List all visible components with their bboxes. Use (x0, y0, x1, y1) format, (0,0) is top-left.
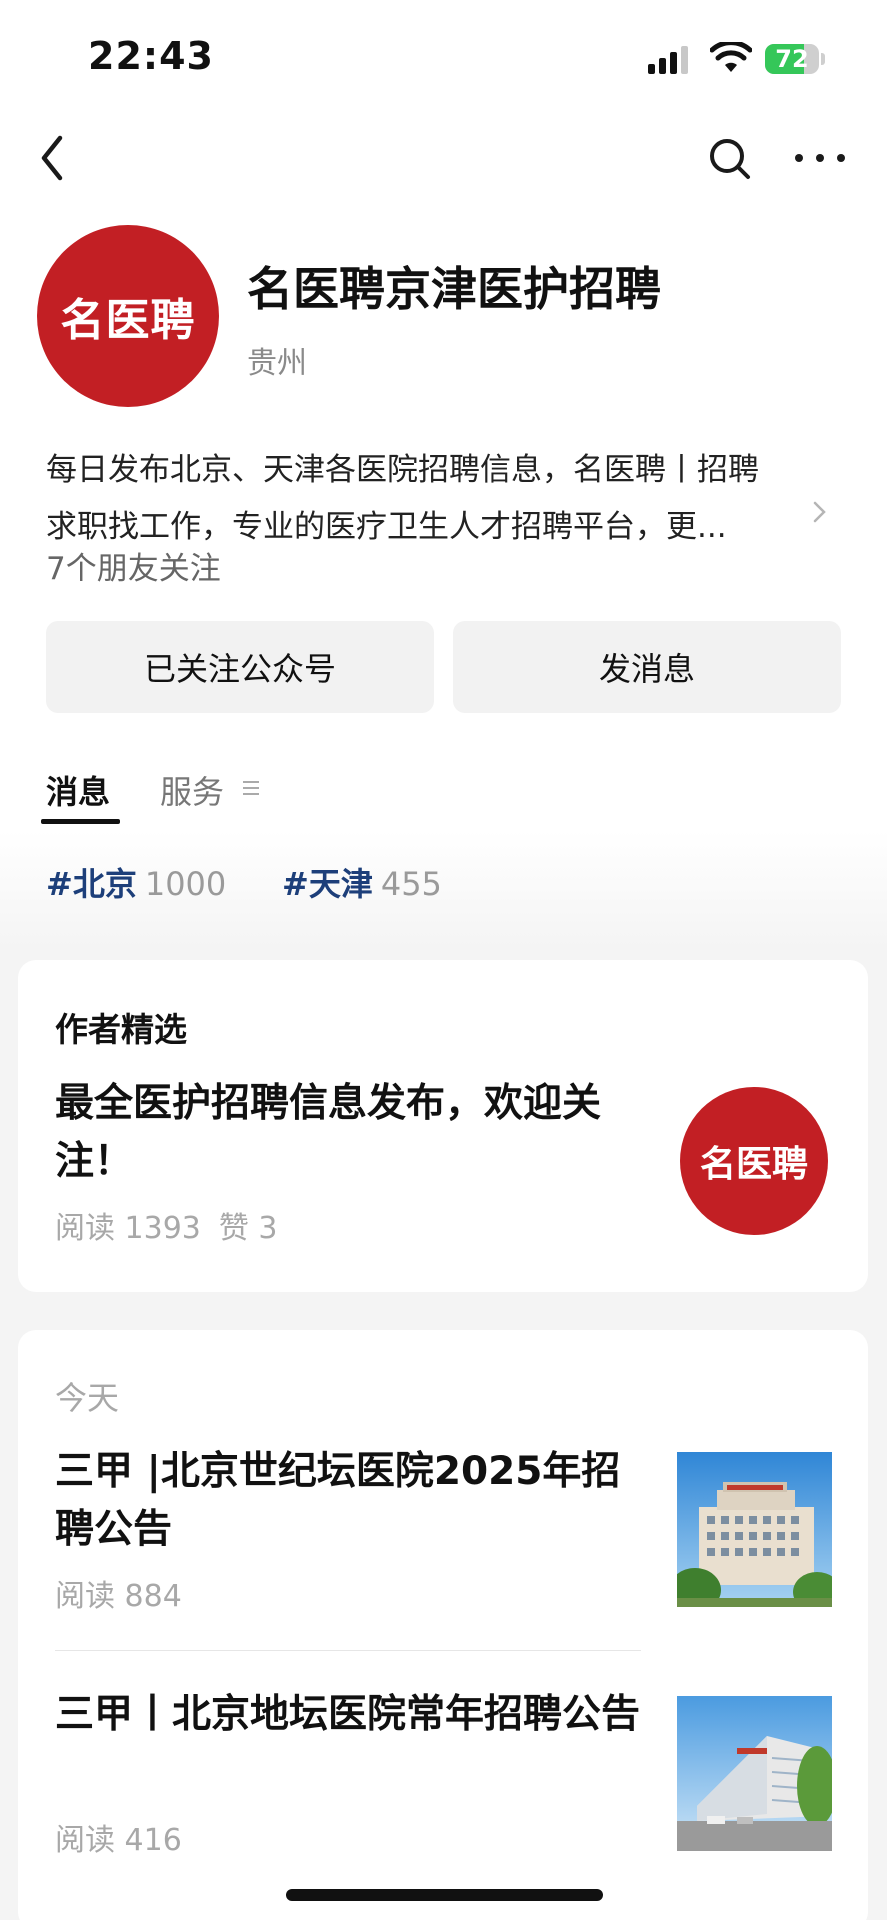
topic-tag-tianjin[interactable]: #天津 455 (282, 859, 442, 905)
wifi-icon (710, 42, 752, 72)
tag-count: 455 (380, 865, 442, 903)
featured-article-thumbnail[interactable]: 名医聘 (680, 1087, 828, 1235)
status-time: 22:43 (88, 34, 214, 78)
article-divider (55, 1650, 641, 1651)
battery-cap (821, 53, 825, 65)
menu-lines-icon (243, 781, 259, 795)
tag-count: 1000 (144, 865, 227, 903)
article-read-count: 阅读 416 (55, 1823, 182, 1858)
featured-article-stats: 阅读 1393 赞 3 (55, 1203, 296, 1247)
article-title[interactable]: 三甲丨北京地坛医院常年招聘公告 (55, 1686, 655, 1744)
date-label: 今天 (55, 1379, 120, 1417)
hospital-building-photo (677, 1452, 832, 1607)
home-indicator[interactable] (286, 1889, 603, 1901)
chevron-right-icon (813, 501, 826, 523)
account-description[interactable]: 每日发布北京、天津各医院招聘信息，名医聘丨招聘 求职找工作，专业的医疗卫生人才招… (46, 442, 846, 556)
account-location: 贵州 (247, 346, 307, 381)
tab-services[interactable]: 服务 (160, 767, 224, 813)
account-name: 名医聘京津医护招聘 (247, 262, 661, 316)
chevron-left-icon (41, 135, 63, 181)
follow-button[interactable]: 已关注公众号 (46, 621, 434, 713)
read-count: 阅读 1393 (55, 1211, 201, 1246)
battery-indicator: 72 (765, 44, 819, 74)
hospital-building-photo (677, 1696, 832, 1851)
battery-level: 72 (775, 45, 809, 73)
featured-section-title: 作者精选 (55, 1010, 187, 1049)
topic-tag-beijing[interactable]: #北京 1000 (46, 859, 226, 905)
more-dot (816, 154, 824, 162)
tag-name: #天津 (282, 865, 373, 903)
cellular-signal-icon (648, 46, 688, 74)
send-message-button[interactable]: 发消息 (453, 621, 841, 713)
like-count: 赞 3 (218, 1211, 278, 1246)
account-avatar[interactable]: 名医聘 (37, 225, 219, 407)
article-thumbnail[interactable] (677, 1452, 832, 1607)
article-thumbnail[interactable] (677, 1696, 832, 1851)
search-button[interactable] (705, 130, 755, 186)
search-icon (710, 139, 750, 179)
more-button[interactable] (795, 140, 845, 176)
friends-following[interactable]: 7个朋友关注 (46, 543, 221, 588)
more-dot (837, 154, 845, 162)
tag-name: #北京 (46, 865, 137, 903)
article-title[interactable]: 三甲 |北京世纪坛医院2025年招聘公告 (55, 1443, 655, 1559)
article-read-count: 阅读 884 (55, 1579, 182, 1614)
active-tab-indicator (41, 819, 120, 824)
featured-article-title[interactable]: 最全医护招聘信息发布，欢迎关注！ (55, 1075, 655, 1191)
back-button[interactable] (30, 130, 80, 186)
tab-messages[interactable]: 消息 (46, 767, 110, 813)
more-dots-icon (795, 154, 803, 162)
description-line: 每日发布北京、天津各医院招聘信息，名医聘丨招聘 (46, 452, 759, 488)
